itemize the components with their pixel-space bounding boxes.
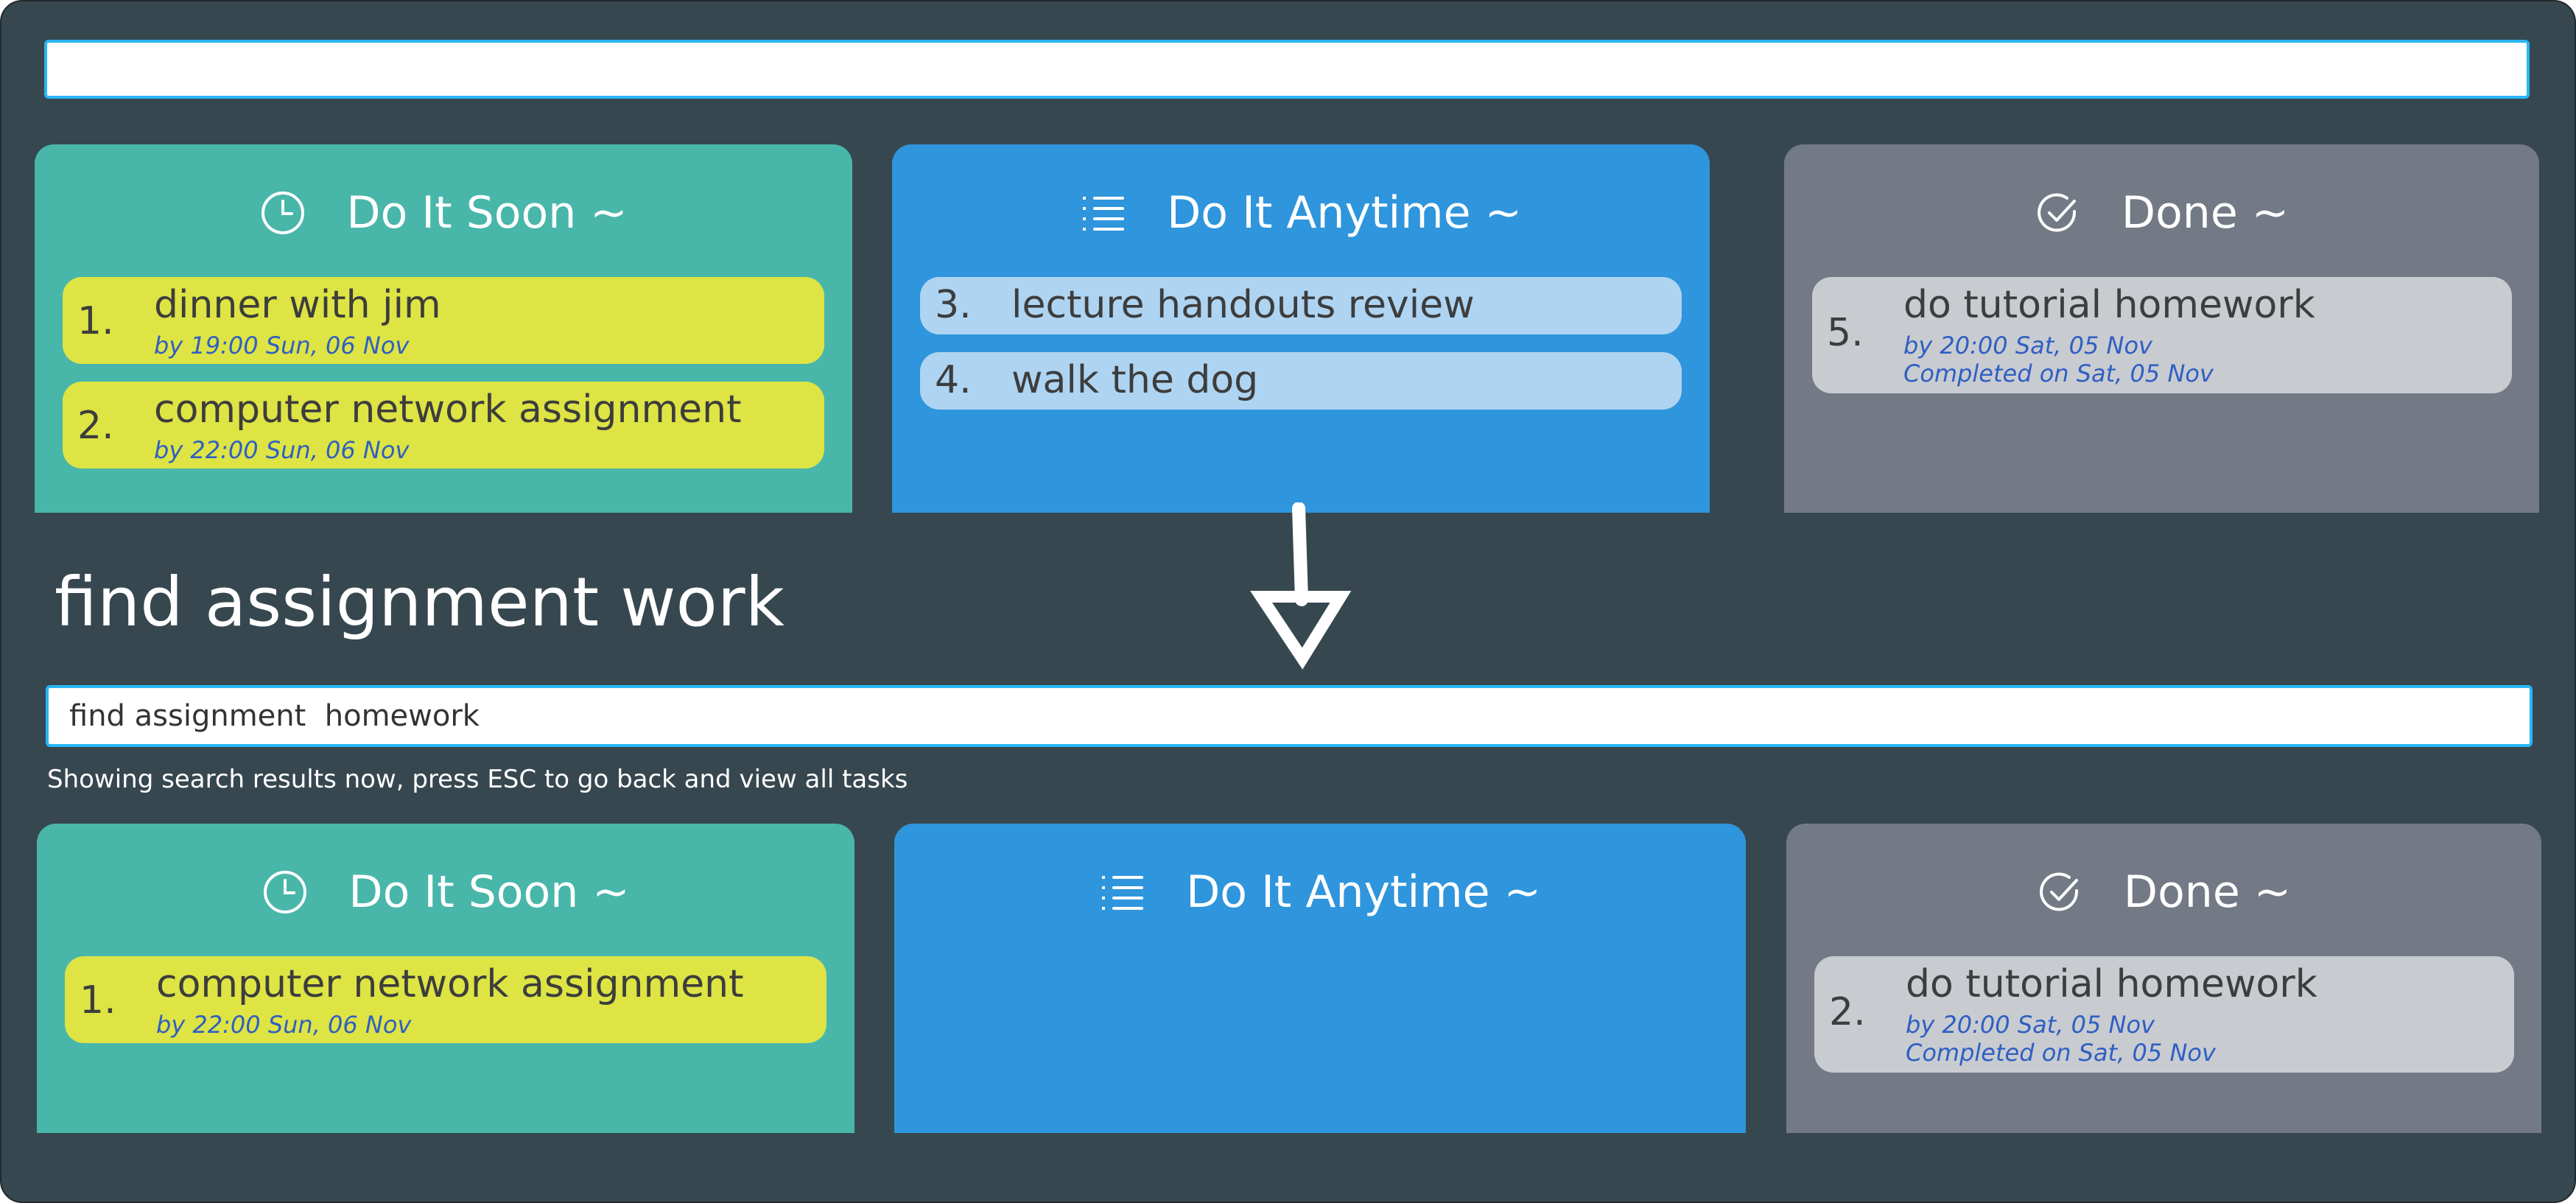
check-circle-icon [2037, 193, 2076, 232]
task-title: lecture handouts review [1011, 283, 1475, 327]
task-card[interactable]: 3. lecture handouts review [920, 277, 1682, 334]
task-deadline: by 19:00 Sun, 06 Nov [154, 332, 410, 360]
panel-title: Do It Soon ~ [348, 866, 630, 918]
panel-header: Do It Anytime ~ [894, 866, 1746, 918]
down-arrow-icon [1250, 502, 1352, 670]
task-index: 1. [80, 978, 116, 1023]
command-caption: find assignment work [55, 563, 785, 642]
task-deadline: by 20:00 Sat, 05 Nov [1903, 332, 2152, 360]
task-card[interactable]: 5. do tutorial homework by 20:00 Sat, 05… [1812, 277, 2512, 393]
task-card[interactable]: 1. dinner with jim by 19:00 Sun, 06 Nov [63, 277, 824, 364]
task-index: 4. [935, 358, 972, 402]
task-card[interactable]: 4. walk the dog [920, 352, 1682, 410]
task-index: 3. [935, 283, 972, 327]
done-panel: Done ~ 5. do tutorial homework by 20:00 … [1784, 144, 2539, 513]
task-index: 5. [1827, 311, 1864, 355]
panel-header: Done ~ [1784, 187, 2539, 239]
panel-title: Do It Soon ~ [346, 187, 628, 239]
task-card[interactable]: 1. computer network assignment by 22:00 … [65, 956, 827, 1043]
command-input-text: find assignment homework [69, 699, 480, 733]
do-it-soon-panel: Do It Soon ~ 1. dinner with jim by 19:00… [35, 144, 852, 513]
check-circle-icon [2039, 872, 2078, 911]
panel-header: Do It Soon ~ [35, 187, 852, 239]
task-deadline: by 20:00 Sat, 05 Nov [1906, 1011, 2155, 1039]
task-card[interactable]: 2. do tutorial homework by 20:00 Sat, 05… [1814, 956, 2514, 1073]
task-card[interactable]: 2. computer network assignment by 22:00 … [63, 382, 824, 469]
task-deadline: by 22:00 Sun, 06 Nov [156, 1011, 412, 1039]
panel-header: Do It Soon ~ [37, 866, 854, 918]
panel-header: Do It Anytime ~ [892, 187, 1710, 239]
task-title: computer network assignment [154, 387, 742, 432]
app-window: Do It Soon ~ 1. dinner with jim by 19:00… [0, 0, 2576, 1203]
panel-title: Done ~ [2121, 187, 2289, 239]
do-it-soon-panel: Do It Soon ~ 1. computer network assignm… [37, 824, 854, 1133]
panel-header: Done ~ [1786, 866, 2541, 918]
list-icon [1102, 876, 1144, 910]
do-it-anytime-panel: Do It Anytime ~ 3. lecture handouts revi… [892, 144, 1710, 513]
clock-icon [262, 192, 305, 234]
task-completed: Completed on Sat, 05 Nov [1903, 360, 2214, 387]
task-index: 2. [77, 404, 114, 448]
panel-title: Do It Anytime ~ [1186, 866, 1541, 918]
task-title: do tutorial homework [1903, 283, 2315, 327]
result-message: Showing search results now, press ESC to… [47, 765, 908, 794]
do-it-anytime-panel: Do It Anytime ~ [894, 824, 1746, 1133]
task-title: dinner with jim [154, 283, 441, 327]
panel-title: Do It Anytime ~ [1167, 187, 1522, 239]
panel-title: Done ~ [2123, 866, 2292, 918]
command-input[interactable]: find assignment homework [46, 685, 2533, 747]
task-title: computer network assignment [156, 962, 744, 1006]
task-title: do tutorial homework [1906, 962, 2317, 1006]
task-deadline: by 22:00 Sun, 06 Nov [154, 436, 410, 464]
command-input[interactable] [44, 40, 2530, 99]
clock-icon [264, 871, 307, 913]
task-title: walk the dog [1011, 358, 1259, 402]
list-icon [1083, 197, 1125, 231]
task-index: 1. [77, 299, 114, 343]
task-completed: Completed on Sat, 05 Nov [1906, 1039, 2216, 1067]
done-panel: Done ~ 2. do tutorial homework by 20:00 … [1786, 824, 2541, 1133]
task-index: 2. [1829, 990, 1866, 1034]
